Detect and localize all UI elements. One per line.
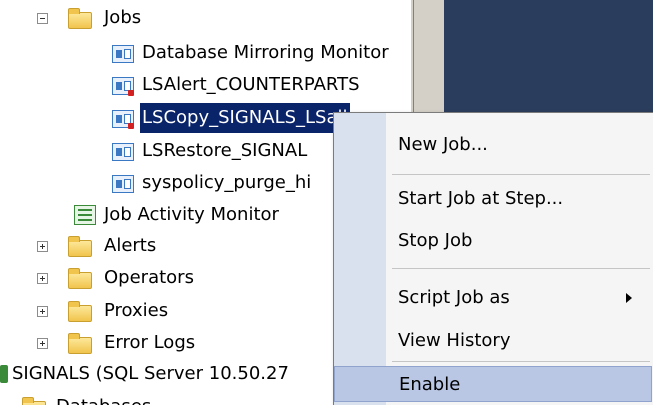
folder-icon	[68, 333, 92, 354]
tree-node-label: Job Activity Monitor	[104, 204, 279, 225]
expand-icon[interactable]	[37, 273, 48, 284]
menu-item-label: View History	[398, 330, 511, 351]
menu-item-label: Stop Job	[398, 230, 473, 251]
server-icon	[0, 365, 8, 383]
job-item[interactable]: Database Mirroring Monitor	[0, 38, 410, 68]
folder-icon	[68, 268, 92, 289]
job-icon	[112, 175, 134, 193]
job-label: Database Mirroring Monitor	[142, 42, 389, 63]
menu-item-label: Start Job at Step...	[398, 188, 564, 209]
tree-node-label: Jobs	[104, 7, 142, 28]
context-menu: New Job... Start Job at Step... Stop Job…	[333, 112, 653, 405]
tree-node-jobs[interactable]: Jobs	[0, 3, 410, 33]
menu-item-start-job-at-step[interactable]: Start Job at Step...	[334, 181, 652, 217]
menu-item-view-history[interactable]: View History	[334, 323, 652, 359]
tree-node-label: SIGNALS (SQL Server 10.50.27	[12, 363, 289, 384]
job-label: syspolicy_purge_hi	[142, 172, 312, 193]
tree-node-label: Proxies	[104, 300, 169, 321]
menu-separator	[392, 268, 650, 269]
submenu-arrow-icon	[626, 293, 632, 303]
job-label: LSAlert_COUNTERPARTS	[142, 74, 360, 95]
job-icon	[112, 143, 134, 161]
red-arrow-icon	[128, 123, 134, 129]
expand-icon[interactable]	[37, 306, 48, 317]
red-arrow-icon	[128, 90, 134, 96]
job-label: LSRestore_SIGNAL	[142, 140, 308, 161]
job-item[interactable]: LSAlert_COUNTERPARTS	[0, 70, 410, 100]
menu-item-enable[interactable]: Enable	[334, 366, 652, 402]
folder-icon	[22, 397, 46, 405]
job-label: LSCopy_SIGNALS_LSall	[140, 103, 350, 133]
menu-item-stop-job[interactable]: Stop Job	[334, 223, 652, 259]
tree-node-label: Databases	[56, 392, 151, 405]
collapse-icon[interactable]	[37, 13, 48, 24]
expand-icon[interactable]	[37, 338, 48, 349]
menu-separator	[392, 361, 650, 362]
menu-item-label: Enable	[399, 374, 461, 395]
tree-node-label: Alerts	[104, 235, 157, 256]
folder-icon	[68, 301, 92, 322]
job-icon	[112, 45, 134, 63]
menu-item-label: Script Job as	[398, 287, 510, 308]
activity-monitor-icon	[74, 205, 96, 225]
tree-node-label: Error Logs	[104, 332, 196, 353]
menu-item-new-job[interactable]: New Job...	[334, 127, 652, 163]
menu-separator	[392, 174, 650, 175]
menu-item-label: New Job...	[398, 134, 488, 155]
expand-icon[interactable]	[37, 241, 48, 252]
folder-icon	[68, 236, 92, 257]
menu-item-script-job-as[interactable]: Script Job as	[334, 280, 652, 316]
tree-node-label: Operators	[104, 267, 194, 288]
folder-icon	[68, 8, 92, 29]
